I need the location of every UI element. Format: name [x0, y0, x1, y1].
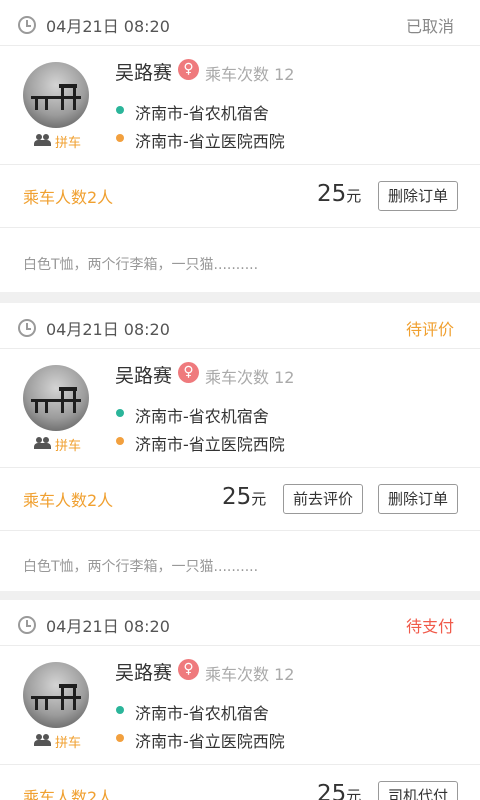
clock-icon	[18, 16, 36, 34]
start-address: 济南市-省农机宿舍	[135, 104, 269, 123]
start-address: 济南市-省农机宿舍	[135, 704, 269, 723]
end-address: 济南市-省立医院西院	[135, 435, 285, 454]
start-address: 济南市-省农机宿舍	[135, 407, 269, 426]
price-unit: 元	[251, 490, 267, 508]
end-address: 济南市-省立医院西院	[135, 132, 285, 151]
ride-count: 乘车次数 12	[205, 368, 295, 387]
ride-type-label: 拼车	[55, 136, 82, 151]
order-note: 白色T恤，两个行李箱，一只猫..........	[23, 559, 259, 575]
ride-type-label: 拼车	[55, 439, 82, 454]
order-card[interactable]: 04月21日 08:20 已取消 拼车 吴路赛 ♀ 乘车次数 12 济南市-省农…	[0, 0, 480, 292]
driver-name: 吴路赛	[115, 662, 173, 684]
order-card[interactable]: 04月21日 08:20 待支付 拼车 吴路赛 ♀ 乘车次数 12 济南市-省农…	[0, 600, 480, 800]
end-dot-icon	[116, 134, 124, 142]
divider	[0, 164, 480, 165]
price-unit: 元	[346, 187, 362, 205]
order-card[interactable]: 04月21日 08:20 待评价 拼车 吴路赛 ♀ 乘车次数 12 济南市-省农…	[0, 303, 480, 591]
rate-button[interactable]: 前去评价	[283, 484, 363, 514]
ride-count: 乘车次数 12	[205, 65, 295, 84]
divider	[0, 467, 480, 468]
clock-icon	[18, 319, 36, 337]
avatar[interactable]	[23, 365, 89, 431]
order-time: 04月21日 08:20	[46, 617, 170, 636]
price: 25元	[317, 181, 361, 207]
divider	[0, 530, 480, 531]
group-icon	[34, 734, 52, 746]
order-header: 04月21日 08:20 已取消	[0, 0, 480, 46]
price-value: 25	[317, 781, 347, 800]
price: 25元	[222, 484, 266, 510]
order-time: 04月21日 08:20	[46, 320, 170, 339]
driver-name: 吴路赛	[115, 62, 173, 84]
avatar[interactable]	[23, 62, 89, 128]
order-status: 已取消	[405, 17, 454, 36]
delete-order-button[interactable]: 删除订单	[378, 181, 458, 211]
start-dot-icon	[116, 706, 124, 714]
end-dot-icon	[116, 734, 124, 742]
price-unit: 元	[346, 787, 362, 800]
avatar[interactable]	[23, 662, 89, 728]
start-dot-icon	[116, 106, 124, 114]
driver-name: 吴路赛	[115, 365, 173, 387]
price-value: 25	[222, 484, 252, 510]
female-icon: ♀	[178, 659, 199, 680]
order-list: 04月21日 08:20 已取消 拼车 吴路赛 ♀ 乘车次数 12 济南市-省农…	[0, 0, 480, 800]
order-status: 待评价	[405, 320, 454, 339]
delete-order-button[interactable]: 删除订单	[378, 484, 458, 514]
female-icon: ♀	[178, 362, 199, 383]
divider	[0, 764, 480, 765]
price-value: 25	[317, 181, 347, 207]
clock-icon	[18, 616, 36, 634]
female-icon: ♀	[178, 59, 199, 80]
ride-count: 乘车次数 12	[205, 665, 295, 684]
ride-type-label: 拼车	[55, 736, 82, 751]
passenger-count: 乘车人数2人	[23, 491, 114, 510]
driver-pay-button[interactable]: 司机代付	[378, 781, 458, 800]
order-header: 04月21日 08:20 待评价	[0, 303, 480, 349]
divider	[0, 227, 480, 228]
price: 25元	[317, 781, 361, 800]
passenger-count: 乘车人数2人	[23, 788, 114, 800]
start-dot-icon	[116, 409, 124, 417]
group-icon	[34, 437, 52, 449]
order-status: 待支付	[405, 617, 454, 636]
group-icon	[34, 134, 52, 146]
end-address: 济南市-省立医院西院	[135, 732, 285, 751]
passenger-count: 乘车人数2人	[23, 188, 114, 207]
end-dot-icon	[116, 437, 124, 445]
order-note: 白色T恤，两个行李箱，一只猫..........	[23, 257, 259, 273]
order-time: 04月21日 08:20	[46, 17, 170, 36]
order-header: 04月21日 08:20 待支付	[0, 600, 480, 646]
